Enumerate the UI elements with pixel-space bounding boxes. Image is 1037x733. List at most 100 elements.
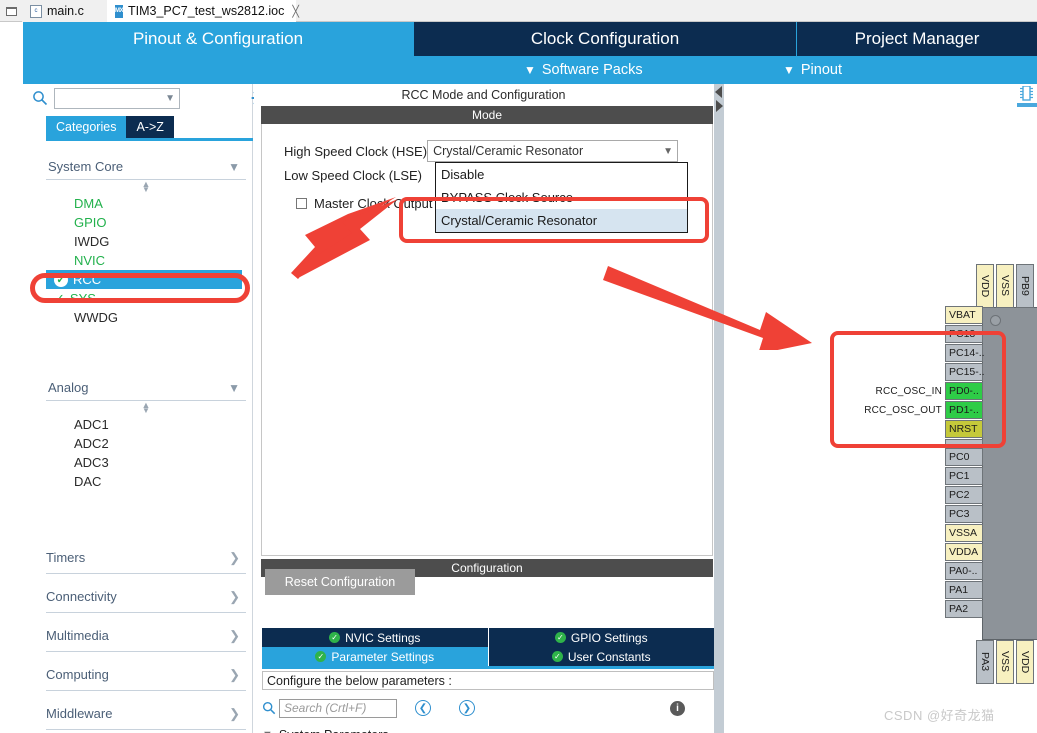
sidebar-tab-underline	[46, 138, 253, 141]
dropdown-option-crystal[interactable]: Crystal/Ceramic Resonator	[436, 209, 687, 232]
peripheral-adc2[interactable]: ADC2	[46, 434, 246, 453]
sidebar-category-connectivity[interactable]: Connectivity ❯	[46, 581, 246, 613]
pinout-canvas[interactable]: VDD VSS PB9 VBAT PC13- PC14-.. PC15-.. P…	[724, 84, 1037, 733]
chevron-down-icon[interactable]: ▼	[262, 729, 273, 733]
category-header-analog[interactable]: Analog ▼	[46, 375, 246, 401]
pin-vss-bottom[interactable]: VSS	[996, 640, 1014, 684]
peripheral-nvic[interactable]: NVIC	[46, 251, 246, 270]
hse-select[interactable]: Crystal/Ceramic Resonator ▼	[427, 140, 679, 162]
watermark: CSDN @好奇龙猫	[884, 705, 995, 724]
chevron-right-icon: ❯	[229, 666, 240, 682]
pin-vdd-top[interactable]: VDD	[976, 264, 994, 308]
dropdown-option-bypass[interactable]: BYPASS Clock Source	[436, 186, 687, 209]
pin-nrst[interactable]: NRST	[945, 420, 983, 438]
pin-pa0[interactable]: PA0-..	[945, 562, 983, 580]
tab-clock-configuration[interactable]: Clock Configuration	[414, 22, 796, 56]
chevron-down-icon[interactable]: ▼	[165, 93, 175, 104]
menu-software-packs[interactable]: ▼ Software Packs	[524, 56, 643, 84]
tab-categories[interactable]: Categories	[46, 116, 127, 138]
sidebar-category-computing[interactable]: Computing ❯	[46, 659, 246, 691]
sidebar-category-timers[interactable]: Timers ❯	[46, 542, 246, 574]
splitter-arrows[interactable]	[714, 84, 724, 114]
chevron-down-icon: ▼	[524, 63, 536, 77]
mco-checkbox[interactable]	[296, 198, 307, 209]
editor-tab-label: main.c	[47, 4, 84, 18]
search-input[interactable]: ▼	[54, 88, 180, 109]
rcc-configuration-panel: RCC Mode and Configuration Mode High Spe…	[254, 84, 714, 733]
pin-pc13[interactable]: PC13-	[945, 325, 983, 343]
tab-parameter-settings[interactable]: ✓ Parameter Settings	[262, 647, 489, 666]
pin-vdd-bottom[interactable]: VDD	[1016, 640, 1034, 684]
chevron-left-circle-icon[interactable]: ❮	[415, 700, 431, 716]
pin-pc15[interactable]: PC15-..	[945, 363, 985, 381]
param-group-system-parameters[interactable]: ▼ System Parameters	[262, 725, 714, 733]
check-circle-icon: ✓	[329, 632, 341, 643]
pin-label: PA2	[949, 603, 969, 615]
pin-vdda[interactable]: VDDA	[945, 543, 983, 561]
dropdown-option-disable[interactable]: Disable	[436, 163, 687, 186]
tab-project-manager[interactable]: Project Manager	[797, 22, 1037, 56]
chevron-down-icon[interactable]: ▼	[228, 381, 246, 395]
tab-nvic-settings[interactable]: ✓ NVIC Settings	[262, 628, 489, 647]
pin-pb9-top[interactable]: PB9	[1016, 264, 1034, 308]
pin-label: PD0-..	[949, 385, 979, 397]
mco-label: Master Clock Output	[314, 196, 433, 211]
peripheral-gpio[interactable]: GPIO	[46, 213, 246, 232]
pin-pc1[interactable]: PC1	[945, 467, 983, 485]
hse-dropdown-list[interactable]: Disable BYPASS Clock Source Crystal/Cera…	[435, 162, 688, 233]
chip-view-toolbar-icon[interactable]	[1017, 86, 1037, 116]
peripheral-wwdg[interactable]: WWDG	[46, 308, 246, 327]
pin-vssa[interactable]: VSSA	[945, 524, 983, 542]
pin-pc14[interactable]: PC14-..	[945, 344, 985, 362]
check-circle-icon: ✓	[554, 632, 566, 643]
pin-pc2[interactable]: PC2	[945, 486, 983, 504]
close-icon[interactable]: ╳	[292, 5, 299, 18]
panel-splitter[interactable]	[714, 84, 724, 733]
chevron-down-icon[interactable]: ▼	[228, 160, 246, 174]
peripheral-adc3[interactable]: ADC3	[46, 453, 246, 472]
editor-tab-ioc[interactable]: MX TIM3_PC7_test_ws2812.ioc ╳	[107, 0, 299, 22]
peripheral-sys[interactable]: ✓ SYS	[46, 289, 246, 308]
option-label: Crystal/Ceramic Resonator	[441, 213, 598, 228]
pin-pd1[interactable]: PD1-..	[945, 401, 983, 419]
scroll-up-spinner[interactable]: ▲ ▼	[46, 180, 246, 194]
peripheral-dma[interactable]: DMA	[46, 194, 246, 213]
pin-vss-top[interactable]: VSS	[996, 264, 1014, 308]
info-icon[interactable]: i	[670, 700, 685, 716]
pin-pc0[interactable]: PC0	[945, 448, 983, 466]
pin-vbat[interactable]: VBAT	[945, 306, 983, 324]
peripheral-label: DAC	[74, 474, 102, 489]
peripheral-dac[interactable]: DAC	[46, 472, 246, 491]
sidebar-category-multimedia[interactable]: Multimedia ❯	[46, 620, 246, 652]
pin-pc3[interactable]: PC3	[945, 505, 983, 523]
tab-gpio-settings[interactable]: ✓ GPIO Settings	[488, 628, 714, 647]
chevron-right-circle-icon[interactable]: ❯	[459, 700, 475, 716]
chevron-right-icon: ❯	[229, 588, 240, 604]
mco-row[interactable]: Master Clock Output	[296, 196, 433, 211]
peripheral-iwdg[interactable]: IWDG	[46, 232, 246, 251]
category-label: System Core	[48, 159, 124, 174]
sidebar-category-middleware[interactable]: Middleware ❯	[46, 698, 246, 730]
pin-pa2[interactable]: PA2	[945, 600, 983, 618]
parameter-search-input[interactable]: Search (Crtl+F)	[279, 698, 397, 718]
category-header-system-core[interactable]: System Core ▼	[46, 154, 246, 180]
pin-pa3-bottom[interactable]: PA3	[976, 640, 994, 684]
parameter-tree: ▼ System Parameters VDD voltage (V) 3.3 …	[262, 725, 714, 733]
editor-tab-main-c[interactable]: c main.c	[22, 0, 107, 22]
peripheral-adc1[interactable]: ADC1	[46, 415, 246, 434]
chevron-down-icon[interactable]: ▼	[663, 146, 673, 157]
restore-window-button[interactable]	[2, 2, 20, 20]
menu-pinout[interactable]: ▼ Pinout	[783, 56, 842, 84]
reset-button-label: Reset Configuration	[284, 575, 396, 589]
pin-pd0[interactable]: PD0-..	[945, 382, 983, 400]
tab-user-constants[interactable]: ✓ User Constants	[488, 647, 714, 666]
peripheral-rcc[interactable]: ✓ RCC	[46, 270, 242, 289]
pin-pa1[interactable]: PA1	[945, 581, 983, 599]
tab-label: NVIC Settings	[345, 630, 421, 645]
scroll-up-spinner[interactable]: ▲ ▼	[46, 401, 246, 415]
parameter-search-placeholder: Search (Crtl+F)	[284, 701, 367, 715]
tab-pinout-configuration[interactable]: Pinout & Configuration	[23, 22, 413, 56]
reset-configuration-button[interactable]: Reset Configuration	[265, 569, 415, 595]
tab-a-to-z[interactable]: A->Z	[126, 116, 174, 138]
category-label: Multimedia	[46, 628, 109, 643]
